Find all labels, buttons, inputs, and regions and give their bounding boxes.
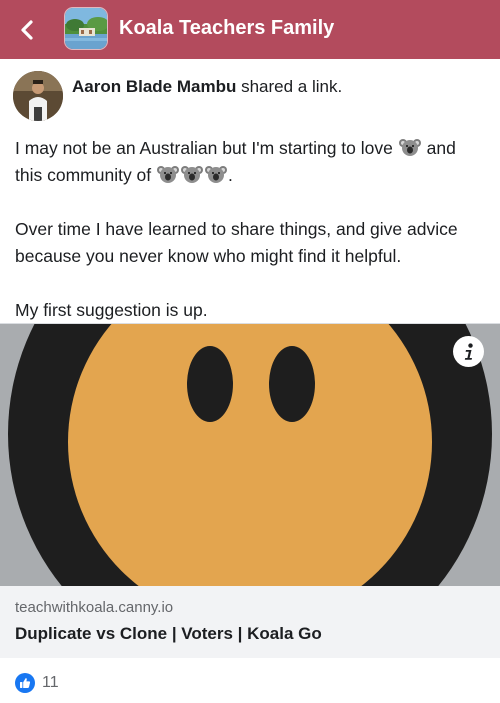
- link-preview-meta[interactable]: teachwithkoala.canny.io Duplicate vs Clo…: [0, 586, 500, 658]
- post-author-line: Aaron Blade Mambu shared a link.: [72, 76, 342, 98]
- info-icon: [464, 342, 473, 360]
- group-header-bar: Koala Teachers Family: [0, 0, 500, 59]
- post-body: I may not be an Australian but I'm start…: [15, 135, 487, 324]
- link-title: Duplicate vs Clone | Voters | Koala Go: [15, 624, 322, 643]
- like-count: 11: [42, 674, 59, 691]
- koala-emoji-icon: [181, 164, 204, 184]
- author-avatar[interactable]: [13, 71, 63, 121]
- link-preview-card[interactable]: teachwithkoala.canny.io Duplicate vs Clo…: [0, 323, 500, 658]
- post-paragraph-1: I may not be an Australian but I'm start…: [15, 137, 456, 185]
- koala-emoji-icon: [157, 164, 180, 184]
- post-action-text: shared a link.: [241, 77, 343, 96]
- post-paragraph-3: My first suggestion is up.: [15, 300, 208, 320]
- reactions-summary[interactable]: 11: [15, 671, 59, 695]
- koala-emoji-icon: [205, 164, 228, 184]
- koala-emoji-icon: [398, 137, 421, 157]
- like-icon: [15, 673, 35, 693]
- group-name[interactable]: Koala Teachers Family: [119, 15, 334, 41]
- link-preview-image[interactable]: [0, 324, 500, 586]
- info-button[interactable]: [453, 336, 484, 367]
- author-name[interactable]: Aaron Blade Mambu: [72, 77, 236, 96]
- link-domain: teachwithkoala.canny.io: [15, 599, 174, 616]
- back-button[interactable]: [12, 15, 42, 45]
- chevron-left-icon: [21, 20, 33, 40]
- group-cover-thumbnail[interactable]: [64, 7, 108, 50]
- post-paragraph-2: Over time I have learned to share things…: [15, 219, 458, 266]
